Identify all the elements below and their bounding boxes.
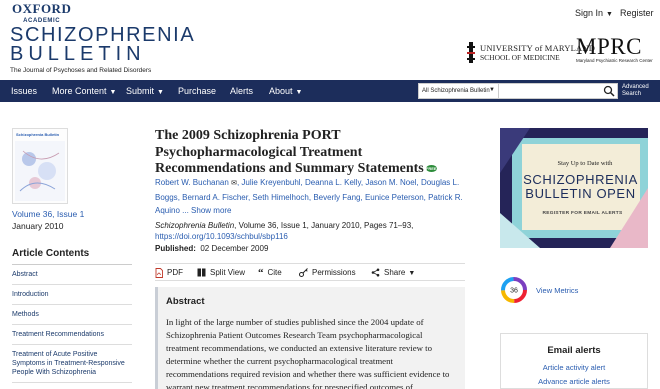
article-toolbar: PDF Split View “Cite Permissions Share ▼ bbox=[155, 263, 465, 281]
open-access-promo-banner[interactable]: Stay Up to Date with SCHIZOPHRENIA BULLE… bbox=[500, 128, 648, 248]
pdf-icon bbox=[155, 268, 163, 278]
cite-button[interactable]: “Cite bbox=[258, 266, 282, 279]
article-activity-alert-link[interactable]: Article activity alert bbox=[501, 363, 647, 372]
search-icon[interactable] bbox=[603, 85, 615, 97]
abstract-heading: Abstract bbox=[166, 296, 205, 307]
free-access-badge: FREE bbox=[425, 165, 437, 172]
author-link[interactable]: Robert W. Buchanan bbox=[155, 178, 229, 187]
toc-item-acute-positive-symptoms[interactable]: Treatment of Acute Positive Symptoms in … bbox=[12, 345, 132, 383]
share-button[interactable]: Share ▼ bbox=[371, 268, 415, 277]
metric-score: 36 bbox=[510, 288, 518, 295]
article-contents-heading: Article Contents bbox=[12, 248, 90, 259]
advanced-search-link[interactable]: Advanced Search bbox=[622, 84, 649, 98]
nav-more-content[interactable]: More Content ▼ bbox=[52, 86, 116, 96]
search-box: All Schizophrenia Bulletin ▼ bbox=[418, 83, 618, 99]
abstract-text: In light of the large number of studies … bbox=[166, 317, 450, 389]
register-link[interactable]: Register bbox=[620, 8, 654, 18]
journal-logo[interactable]: SCHIZOPHRENIA BULLETIN The Journal of Ps… bbox=[10, 25, 195, 74]
chevron-down-icon: ▼ bbox=[295, 89, 303, 96]
toc-item-treatment-recommendations[interactable]: Treatment Recommendations bbox=[12, 325, 132, 345]
chevron-down-icon: ▼ bbox=[606, 11, 613, 18]
toc-item-abstract[interactable]: Abstract bbox=[12, 265, 132, 285]
sign-in-menu[interactable]: Sign In ▼ bbox=[575, 8, 613, 18]
envelope-icon[interactable]: ✉ bbox=[231, 180, 237, 187]
pdf-button[interactable]: PDF bbox=[155, 268, 183, 278]
key-icon bbox=[299, 268, 308, 278]
issue-volume-link[interactable]: Volume 36, Issue 1 bbox=[12, 209, 84, 219]
nav-about[interactable]: About ▼ bbox=[269, 86, 302, 96]
quote-icon: “ bbox=[258, 266, 264, 279]
chevron-down-icon: ▼ bbox=[109, 89, 117, 96]
split-view-button[interactable]: Split View bbox=[197, 268, 245, 277]
author-link[interactable]: Beverly Fang bbox=[313, 193, 360, 202]
abstract-section: Abstract In light of the large number of… bbox=[155, 287, 465, 389]
cover-art-icon bbox=[15, 141, 65, 201]
mprc-logo[interactable]: MPRC Maryland Psychiatric Research Cente… bbox=[576, 35, 653, 63]
author-list: Robert W. Buchanan ✉, Julie Kreyenbuhl, … bbox=[155, 178, 463, 215]
author-link[interactable]: Bernard A. Fischer bbox=[182, 193, 248, 202]
author-link[interactable]: Deanna L. Kelly bbox=[305, 178, 361, 187]
top-bar: OXFORD ACADEMIC Sign In ▼ Register bbox=[0, 0, 660, 26]
author-link[interactable]: Jason M. Noel bbox=[365, 178, 416, 187]
issue-cover-image[interactable]: Schizophrenia Bulletin bbox=[12, 128, 68, 204]
issue-date: January 2010 bbox=[12, 221, 64, 231]
metrics-widget: 36 View Metrics bbox=[500, 276, 650, 304]
chevron-down-icon: ▼ bbox=[157, 89, 164, 96]
chevron-down-icon: ▼ bbox=[408, 270, 416, 277]
author-link[interactable]: Julie Kreyenbuhl bbox=[241, 178, 300, 187]
promo-title: SCHIZOPHRENIA BULLETIN OPEN bbox=[523, 172, 638, 201]
published-date: Published: 02 December 2009 bbox=[155, 244, 269, 253]
journal-name-line2: BULLETIN bbox=[10, 43, 146, 65]
view-metrics-link[interactable]: View Metrics bbox=[536, 286, 578, 295]
doi-link[interactable]: https://doi.org/10.1093/schbul/sbp116 bbox=[155, 232, 288, 241]
email-alerts-heading: Email alerts bbox=[547, 345, 601, 356]
citation: Schizophrenia Bulletin, Volume 36, Issue… bbox=[155, 221, 414, 230]
share-icon bbox=[371, 268, 380, 277]
promo-cta: REGISTER FOR EMAIL ALERTS bbox=[542, 211, 623, 216]
journal-tagline: The Journal of Psychoses and Related Dis… bbox=[10, 67, 152, 74]
article-title: The 2009 Schizophrenia PORT Psychopharma… bbox=[155, 128, 437, 176]
nav-alerts[interactable]: Alerts bbox=[230, 86, 253, 96]
journal-title: Schizophrenia Bulletin bbox=[155, 221, 235, 230]
nav-purchase[interactable]: Purchase bbox=[178, 86, 216, 96]
permissions-button[interactable]: Permissions bbox=[299, 268, 356, 278]
promo-intro: Stay Up to Date with bbox=[557, 160, 613, 167]
author-link[interactable]: Eunice Peterson bbox=[365, 193, 424, 202]
umd-seal-icon bbox=[467, 42, 475, 63]
author-link[interactable]: Seth Himelhoch bbox=[252, 193, 308, 202]
chevron-down-icon: ▼ bbox=[489, 87, 495, 93]
show-more-authors-button[interactable]: Show more bbox=[191, 206, 231, 215]
nav-submit[interactable]: Submit ▼ bbox=[126, 86, 164, 96]
toc-item-introduction[interactable]: Introduction bbox=[12, 285, 132, 305]
main-nav: Issues More Content ▼ Submit ▼ Purchase Al… bbox=[0, 80, 660, 102]
search-input[interactable] bbox=[500, 84, 600, 98]
article-contents-list: Abstract Introduction Methods Treatment … bbox=[12, 264, 132, 383]
split-view-icon bbox=[197, 268, 206, 277]
advance-article-alerts-link[interactable]: Advance article alerts bbox=[501, 377, 647, 386]
nav-issues[interactable]: Issues bbox=[11, 86, 37, 96]
umd-logo[interactable]: UNIVERSITY of MARYLAND SCHOOL OF MEDICIN… bbox=[466, 40, 595, 66]
email-alerts-box: Email alerts Article activity alert Adva… bbox=[500, 333, 648, 389]
altmetric-donut-icon[interactable]: 36 bbox=[500, 276, 528, 304]
toc-item-methods[interactable]: Methods bbox=[12, 305, 132, 325]
search-scope-select[interactable]: All Schizophrenia Bulletin ▼ bbox=[419, 84, 499, 98]
